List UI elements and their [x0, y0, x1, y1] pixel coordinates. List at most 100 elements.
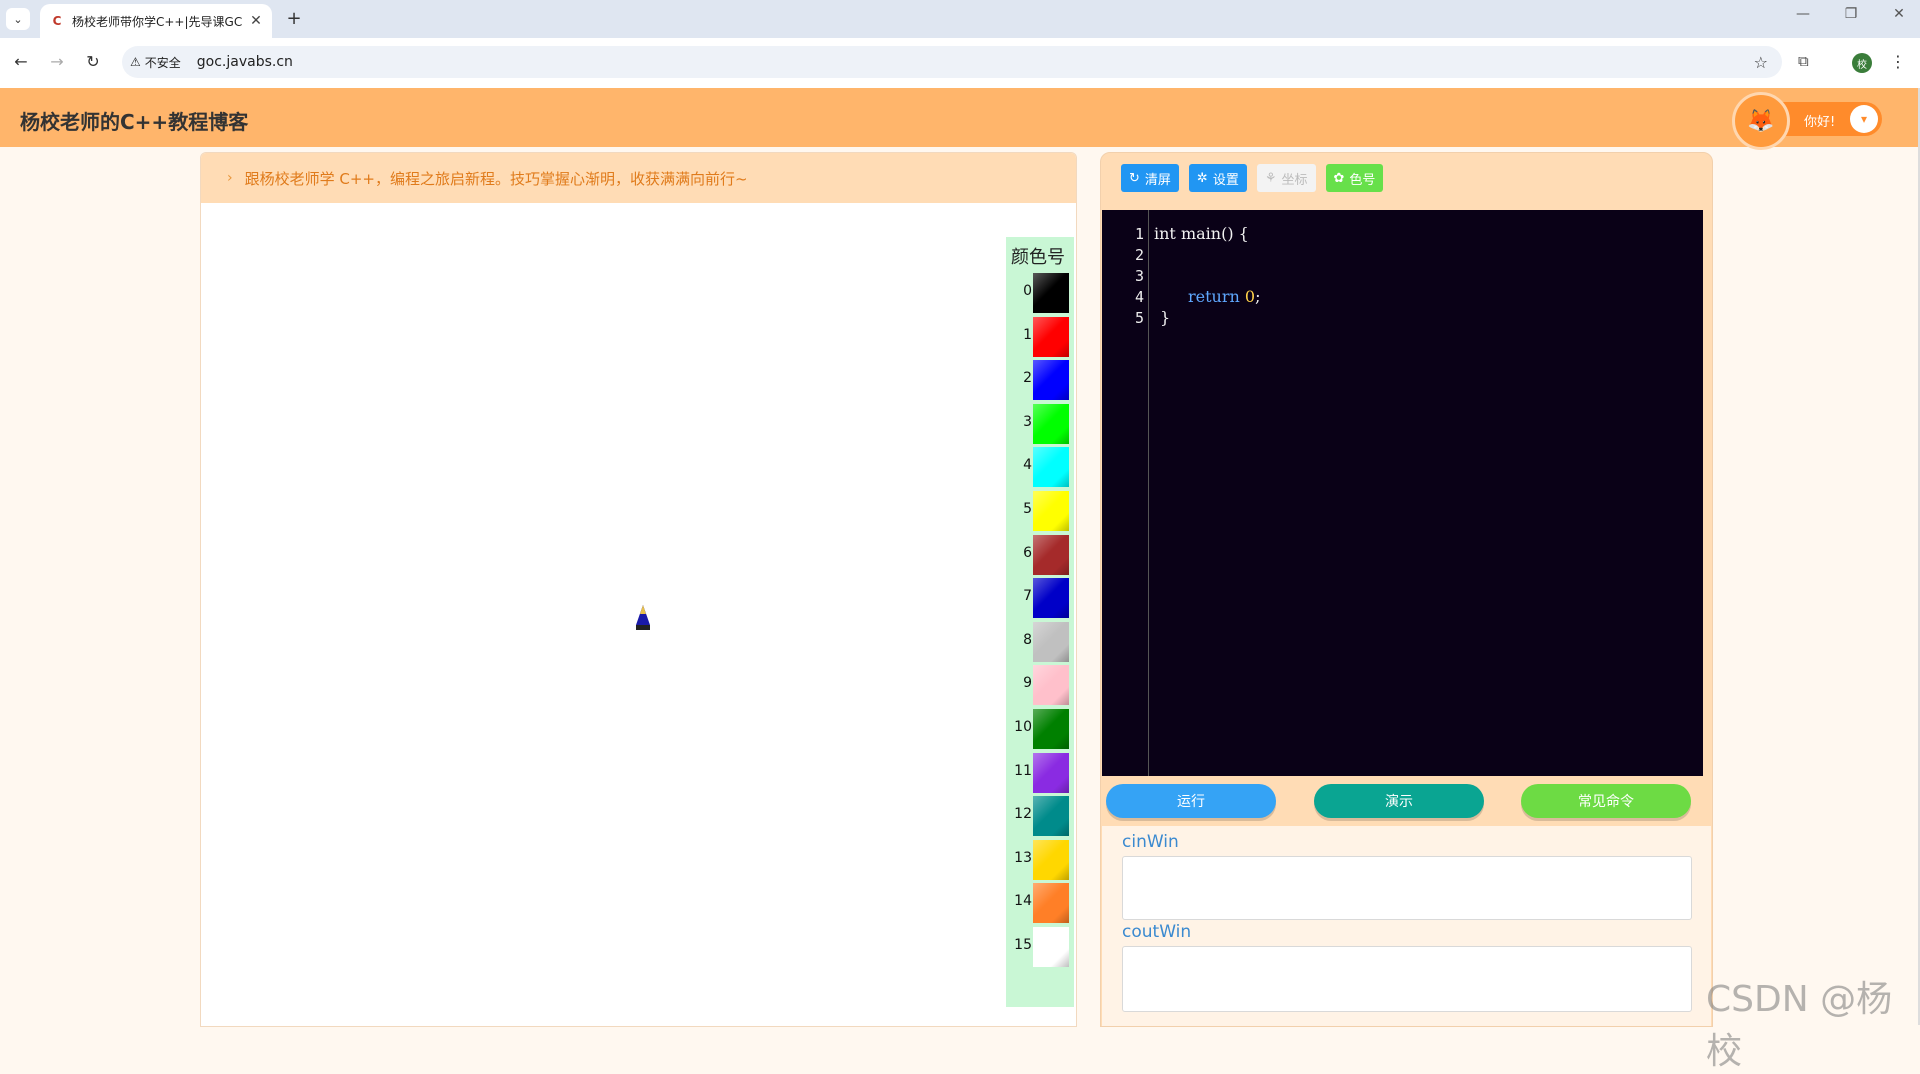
window-close-button[interactable]: ✕ [1884, 6, 1914, 22]
site-header: 杨校老师的C++教程博客 🦊 你好! ▾ [0, 88, 1920, 150]
coordinates-icon: ⚘ [1264, 170, 1277, 186]
tab-title: 杨校老师带你学C++|先导课GC [72, 14, 243, 29]
cout-output-box [1122, 946, 1692, 1012]
pen-cursor-icon [636, 605, 650, 630]
url-text[interactable]: goc.javabs.cn [197, 54, 293, 70]
settings-label: 设置 [1212, 172, 1239, 188]
forward-arrow-icon[interactable]: → [46, 52, 68, 71]
code-line-4[interactable]: return 0; [1188, 287, 1260, 306]
clear-label: 清屏 [1144, 172, 1171, 188]
notice-text: 跟杨校老师学 C++，编程之旅启新程。技巧掌握心渐明，收获满满向前行~ [244, 169, 748, 188]
palette-swatch-row[interactable]: 10 [1006, 707, 1074, 749]
color-number: 6 [1023, 544, 1032, 561]
color-number: 14 [1014, 893, 1032, 910]
palette-swatch-row[interactable]: 4 [1006, 445, 1074, 488]
window-restore-button[interactable]: ❐ [1836, 6, 1866, 22]
refresh-icon: ↻ [1129, 170, 1140, 186]
chevron-down-icon[interactable]: ▾ [1850, 105, 1878, 133]
new-tab-button[interactable]: + [282, 8, 306, 29]
site-title[interactable]: 杨校老师的C++教程博客 [20, 106, 248, 135]
greeting-text: 你好! [1804, 115, 1836, 130]
color-swatch[interactable] [1033, 360, 1069, 401]
chevron-right-icon: › [227, 170, 233, 186]
line-number: 5 [1134, 309, 1144, 327]
warning-triangle-icon: ⚠ [130, 55, 141, 69]
insecure-label: 不安全 [144, 55, 181, 70]
palette-swatch-row[interactable]: 7 [1006, 576, 1074, 619]
back-arrow-icon[interactable]: ← [10, 52, 32, 71]
editor-toolbar: ↻ 清屏 ✲ 设置 ⚘ 坐标 ✿ 色号 [1121, 164, 1384, 192]
clear-screen-button[interactable]: ↻ 清屏 [1121, 164, 1179, 192]
code-line-1[interactable]: int main() { [1154, 224, 1249, 243]
io-area: cinWin coutWin [1102, 826, 1711, 1026]
palette-swatch-row[interactable]: 1 [1006, 315, 1074, 357]
palette-swatch-row[interactable]: 14 [1006, 881, 1074, 924]
semicolon: ; [1255, 287, 1261, 306]
reload-icon[interactable]: ↻ [82, 52, 104, 71]
color-swatch[interactable] [1033, 491, 1069, 531]
tab-search-icon[interactable]: ⌄ [6, 8, 30, 30]
coordinates-button[interactable]: ⚘ 坐标 [1256, 164, 1316, 192]
browser-tab-active[interactable]: C 杨校老师带你学C++|先导课GC ✕ [40, 4, 272, 38]
color-swatch[interactable] [1033, 709, 1069, 749]
window-minimize-button[interactable]: — [1788, 6, 1818, 22]
palette-swatch-row[interactable]: 13 [1006, 838, 1074, 880]
code-line-5[interactable]: } [1160, 308, 1170, 327]
colors-label: 色号 [1349, 172, 1376, 188]
run-button[interactable]: 运行 [1106, 784, 1276, 818]
color-swatch[interactable] [1033, 534, 1069, 575]
palette-swatch-row[interactable]: 0 [1006, 271, 1074, 313]
profile-avatar[interactable]: 校 [1852, 53, 1872, 73]
color-number: 4 [1023, 457, 1032, 474]
color-swatch[interactable] [1033, 447, 1069, 488]
palette-swatch-row[interactable]: 2 [1006, 358, 1074, 401]
color-number: 8 [1023, 631, 1032, 648]
color-number: 2 [1023, 370, 1032, 387]
cin-input-box[interactable] [1122, 856, 1692, 920]
coords-label: 坐标 [1281, 172, 1308, 188]
line-number: 2 [1134, 246, 1144, 264]
cin-label: cinWin [1122, 832, 1179, 852]
notice-banner: › 跟杨校老师学 C++，编程之旅启新程。技巧掌握心渐明，收获满满向前行~ [201, 153, 1076, 203]
color-swatch[interactable] [1033, 403, 1069, 444]
common-commands-button[interactable]: 常见命令 [1521, 784, 1691, 818]
code-panel: ↻ 清屏 ✲ 设置 ⚘ 坐标 ✿ 色号 1 2 3 4 5 int main()… [1100, 152, 1713, 1027]
color-swatch[interactable] [1033, 273, 1069, 313]
code-editor[interactable]: 1 2 3 4 5 int main() { return 0; } [1102, 210, 1703, 776]
palette-swatch-row[interactable]: 15 [1006, 925, 1074, 967]
color-swatch[interactable] [1033, 883, 1069, 924]
palette-swatch-row[interactable]: 11 [1006, 751, 1074, 793]
color-swatch[interactable] [1033, 752, 1069, 793]
line-number: 3 [1134, 267, 1144, 285]
color-swatch[interactable] [1033, 839, 1069, 880]
palette-swatch-row[interactable]: 6 [1006, 533, 1074, 575]
color-number: 10 [1014, 719, 1032, 735]
color-swatch[interactable] [1033, 621, 1069, 662]
palette-swatch-row[interactable]: 12 [1006, 794, 1074, 837]
tab-close-icon[interactable]: ✕ [246, 13, 266, 29]
palette-swatch-row[interactable]: 8 [1006, 620, 1074, 662]
address-bar[interactable]: ⚠ 不安全 goc.javabs.cn ☆ [122, 46, 1782, 78]
gear-icon: ✲ [1196, 170, 1208, 186]
line-number: 4 [1134, 288, 1144, 306]
color-swatch[interactable] [1033, 578, 1069, 619]
color-swatch[interactable] [1033, 316, 1069, 357]
palette-swatch-row[interactable]: 9 [1006, 663, 1074, 706]
security-warning[interactable]: ⚠ 不安全 [130, 54, 181, 71]
palette-icon: ✿ [1333, 170, 1345, 186]
demo-button[interactable]: 演示 [1314, 784, 1484, 818]
bookmark-star-icon[interactable]: ☆ [1754, 53, 1768, 72]
color-swatch[interactable] [1033, 665, 1069, 706]
color-swatch[interactable] [1033, 796, 1069, 837]
extensions-puzzle-icon[interactable]: ⧉ [1798, 52, 1809, 70]
line-number-gutter: 1 2 3 4 5 [1102, 210, 1149, 776]
settings-button[interactable]: ✲ 设置 [1188, 164, 1247, 192]
palette-swatch-row[interactable]: 5 [1006, 489, 1074, 531]
palette-swatch-row[interactable]: 3 [1006, 402, 1074, 444]
color-numbers-button[interactable]: ✿ 色号 [1325, 164, 1384, 192]
watermark: CSDN @杨校 [1706, 979, 1893, 1072]
return-keyword: return [1188, 287, 1240, 306]
color-swatch[interactable] [1033, 927, 1069, 967]
user-greeting-widget[interactable]: 🦊 你好! ▾ [1732, 92, 1882, 150]
browser-menu-icon[interactable]: ⋮ [1890, 52, 1906, 71]
